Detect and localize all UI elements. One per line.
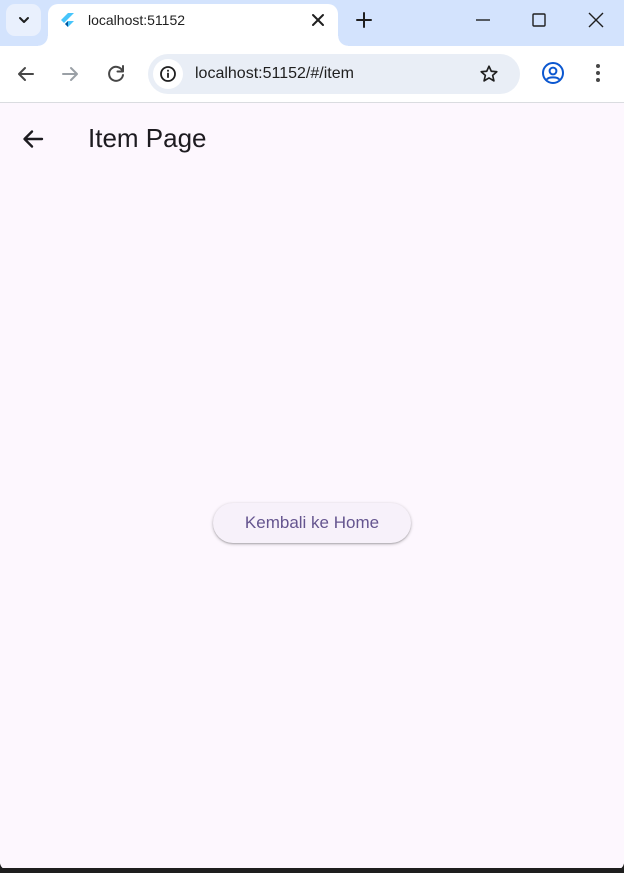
site-info-button[interactable] [153,59,183,89]
more-menu-icon[interactable] [588,61,608,85]
forward-icon[interactable] [58,62,82,86]
chevron-down-icon [18,17,29,23]
tab-search-button[interactable] [6,4,41,36]
maximize-icon[interactable] [528,8,550,32]
browser-toolbar: localhost:51152/#/item [0,46,624,103]
taskbar-edge [0,868,624,873]
url-text[interactable]: localhost:51152/#/item [195,65,354,83]
window-close-icon[interactable] [585,8,607,32]
back-arrow-icon[interactable] [20,126,46,152]
back-icon[interactable] [14,62,38,86]
active-tab[interactable]: localhost:51152 [38,4,348,46]
bookmark-star-icon[interactable] [478,63,500,85]
tab-title: localhost:51152 [88,12,186,28]
app-page: Item Page Kembali ke Home [0,104,624,870]
minimize-icon[interactable] [472,8,494,32]
new-tab-icon[interactable] [352,8,376,32]
browser-window: localhost:51152 localhost:51152/#/item I… [0,0,624,870]
flutter-favicon-icon [61,13,74,27]
back-to-home-button[interactable]: Kembali ke Home [213,503,411,543]
tab-strip: localhost:51152 [0,0,624,46]
info-icon [160,66,176,82]
address-bar[interactable]: localhost:51152/#/item [148,54,520,94]
reload-icon[interactable] [104,62,128,86]
close-tab-icon[interactable] [310,12,326,28]
app-bar: Item Page [0,104,624,168]
profile-icon[interactable] [541,61,565,85]
page-title: Item Page [88,123,207,153]
